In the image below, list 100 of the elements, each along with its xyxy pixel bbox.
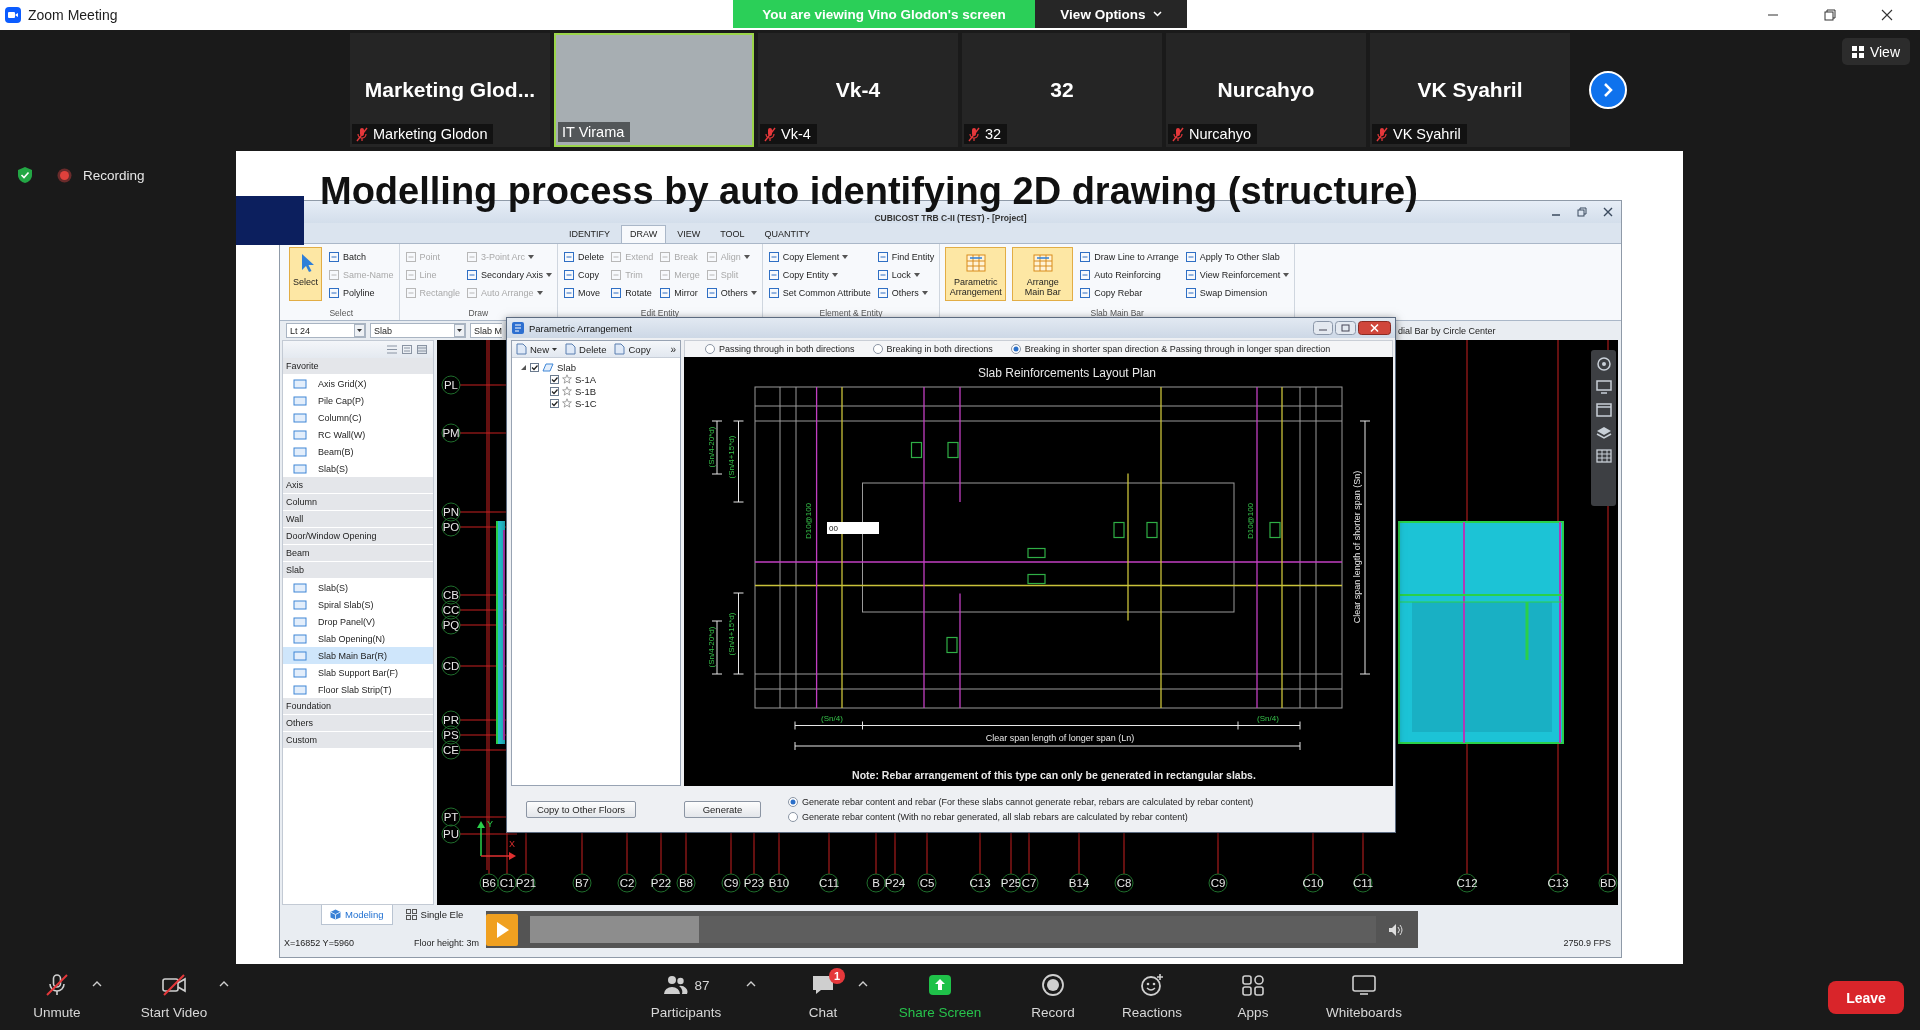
square-icon[interactable] [402,345,412,354]
tree-item-label[interactable]: S-1B [575,385,597,397]
radio-button[interactable] [705,344,715,354]
tree-item-label[interactable]: S-1A [575,373,597,385]
speaker-icon[interactable] [1388,922,1404,937]
play-button[interactable] [486,913,518,946]
tree-item-label[interactable]: Slab [557,361,576,373]
close-icon[interactable] [1603,207,1613,217]
checkbox[interactable] [550,398,559,408]
element-item[interactable]: RC Wall(W) [283,426,433,443]
table-icon[interactable] [1595,449,1612,463]
category-header[interactable]: Others [283,715,433,732]
element-item[interactable]: Axis Grid(X) [283,375,433,392]
dropdown-field[interactable]: Slab M [470,323,502,338]
category-header[interactable]: Favorite [283,358,433,375]
ribbon-tab[interactable]: IDENTIFY [560,225,619,243]
element-item[interactable]: Pile Cap(P) [283,392,433,409]
view-button[interactable]: View [1841,38,1910,65]
ribbon-button[interactable]: Apply To Other Slab [1184,248,1290,265]
element-item[interactable]: Spiral Slab(S) [283,596,433,613]
radio-button[interactable] [872,344,883,354]
view-options-button[interactable]: View Options [1035,0,1187,28]
element-item[interactable]: Slab Opening(N) [283,630,433,647]
radio-button[interactable] [788,811,798,822]
text-input-field[interactable]: 00 [827,522,879,534]
element-item[interactable]: Beam(B) [283,443,433,460]
option-label[interactable]: Passing through in both directions [719,344,855,354]
ribbon-tab[interactable]: VIEW [668,225,710,243]
category-header[interactable]: Slab [283,562,433,579]
element-item[interactable]: Slab(S) [283,579,433,596]
ribbon-tab[interactable]: QUANTITY [755,225,820,243]
toolbar-button[interactable]: New [516,343,557,355]
progress-track[interactable] [530,916,1376,943]
chat-button[interactable]: 1 Chat [788,964,858,1030]
ribbon-button[interactable]: Move [563,284,605,301]
ribbon-button[interactable]: Set Common Attribute [767,284,871,301]
ribbon-button[interactable]: Swap Dimension [1184,284,1290,301]
option-label[interactable]: Generate rebar content and rebar (For these slabs cannot generate rebar, rebars are calculated by rebar content) [802,796,1254,807]
ribbon-button[interactable]: Rotate [610,284,654,301]
ribbon-button[interactable]: Draw Line to Arrange [1079,248,1179,265]
restore-icon[interactable] [1577,207,1587,217]
circle-icon[interactable] [1595,357,1612,371]
ribbon-tab[interactable]: TOOL [711,225,754,243]
tree-item-label[interactable]: S-1C [575,397,597,409]
monitor-icon[interactable] [1595,380,1612,394]
next-page-button[interactable] [1589,71,1627,109]
ribbon-tab[interactable]: DRAW [621,225,667,243]
close-icon[interactable] [1881,9,1893,21]
ribbon-button[interactable]: Mirror [659,284,700,301]
reactions-button[interactable]: Reactions [1112,964,1192,1030]
element-item[interactable]: Floor Slab Strip(T) [283,681,433,698]
toolbar-button[interactable]: Copy [614,343,651,355]
category-header[interactable]: Door/Window Opening [283,528,433,545]
ribbon-button[interactable]: Copy [563,266,605,283]
ribbon-button[interactable]: Copy Rebar [1079,284,1179,301]
category-header[interactable]: Custom [283,732,433,749]
checkbox[interactable] [550,374,559,384]
radio-button[interactable] [788,796,798,807]
apps-button[interactable]: Apps [1218,964,1288,1030]
workspace-tab[interactable]: Modeling [321,905,393,925]
option-label[interactable]: Breaking in both directions [886,344,993,354]
camera-button[interactable]: Start Video [129,964,219,1030]
caret-up-icon[interactable] [746,981,756,987]
ribbon-button[interactable]: Others [876,284,935,301]
more-button[interactable]: » [670,343,680,355]
leave-button[interactable]: Leave [1828,981,1904,1014]
large-ribbon-button[interactable]: Arrange Main Bar [1012,247,1074,301]
ribbon-button[interactable]: Polyline [328,284,394,301]
workspace-tab[interactable]: Single Ele [396,905,473,925]
ribbon-button[interactable]: View Reinforcement [1184,266,1290,283]
option-label[interactable]: Breaking in shorter span direction & Passing through in longer span direction [1024,344,1331,354]
ribbon-button[interactable]: Batch [328,248,394,265]
option-label[interactable]: Generate rebar content (With no rebar generated, all slab rebars are calculated by rebar content) [802,811,1188,822]
element-item[interactable]: Slab Support Bar(F) [283,664,433,681]
element-item[interactable]: Slab(S) [283,460,433,477]
microphone-button[interactable]: Unmute [22,964,92,1030]
dropdown-field[interactable]: Lt 24 [286,323,366,338]
ribbon-button[interactable]: Copy Entity [767,266,871,283]
ribbon-button[interactable]: Copy Element [767,248,871,265]
participants-button[interactable]: 87 Participants [641,964,731,1030]
category-header[interactable]: Axis [283,477,433,494]
category-header[interactable]: Beam [283,545,433,562]
close-icon[interactable] [1358,321,1391,335]
category-header[interactable]: Column [283,494,433,511]
element-item[interactable]: Slab Main Bar(R) [283,647,433,664]
checkbox[interactable] [530,362,539,372]
ribbon-button[interactable]: Auto Reinforcing [1079,266,1179,283]
large-ribbon-button[interactable]: Parametric Arrangement [945,247,1007,301]
generate-button[interactable]: Generate [684,800,761,818]
window-icon[interactable] [1595,403,1612,417]
category-header[interactable]: Wall [283,511,433,528]
expanded-triangle-icon[interactable] [520,363,527,371]
share-button[interactable]: Share Screen [895,964,985,1030]
ribbon-button[interactable]: Others [705,284,757,301]
ribbon-button[interactable]: Lock [876,266,935,283]
toolbar-button[interactable]: Delete [565,343,607,355]
category-header[interactable]: Foundation [283,698,433,715]
element-item[interactable]: Column(C) [283,409,433,426]
layers-icon[interactable] [1595,426,1612,440]
list-icon[interactable] [387,345,397,354]
